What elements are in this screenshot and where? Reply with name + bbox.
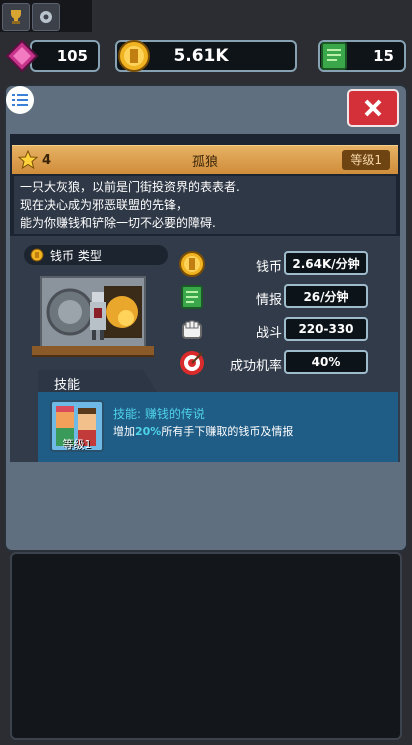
list-menu-button[interactable] xyxy=(6,86,34,114)
type-text: 钱币 类型 xyxy=(50,248,102,263)
stat-value: 26/分钟 xyxy=(284,284,368,308)
stat-row-coin: 钱币 2.64K/分钟 xyxy=(178,250,398,278)
stat-value: 220-330 xyxy=(284,317,368,341)
skill-desc-percent: 20% xyxy=(135,425,162,438)
skill-title: 技能: 赚钱的传说 xyxy=(113,407,205,421)
intel-count: 15 xyxy=(373,47,394,65)
skill-tab: 技能 xyxy=(38,370,158,394)
character-header: 4 孤狼 等级1 xyxy=(12,145,398,174)
list-icon xyxy=(12,94,28,106)
stat-label: 战斗 xyxy=(255,326,282,341)
stat-value: 2.64K/分钟 xyxy=(284,251,368,275)
close-button[interactable] xyxy=(347,89,399,127)
stat-row-success: 成功机率 40% xyxy=(178,349,398,377)
skill-desc-prefix: 增加 xyxy=(113,425,135,438)
stat-row-intel: 情报 26/分钟 xyxy=(178,283,398,311)
description-line: 一只大灰狼，以前是门街投资界的表表者. xyxy=(20,180,240,194)
stat-row-combat: 战斗 220-330 xyxy=(178,316,398,344)
trophy-icon[interactable] xyxy=(2,3,30,31)
gem-counter[interactable]: 105 xyxy=(30,40,100,72)
gem-icon xyxy=(4,38,40,74)
description-line: 能为你赚钱和铲除一切不必要的障碍. xyxy=(20,216,216,230)
type-label: 钱币 类型 xyxy=(24,245,168,265)
level-badge: 等级1 xyxy=(342,150,390,170)
top-icon-bar xyxy=(0,0,92,32)
skill-level: 等级1 xyxy=(62,438,92,451)
stat-value: 40% xyxy=(284,350,368,374)
stat-label: 钱币 xyxy=(255,260,282,275)
close-icon xyxy=(364,99,382,117)
gear-icon[interactable] xyxy=(32,3,60,31)
coin-count: 5.61K xyxy=(173,46,229,66)
intel-icon xyxy=(316,38,352,74)
skill-desc-suffix: 所有手下赚取的钱币及情报 xyxy=(161,425,294,438)
description-line: 现在决心成为邪恶联盟的先锋， xyxy=(20,198,189,212)
skill-description: 增加20%所有手下赚取的钱币及情报 xyxy=(113,423,293,439)
skill-tab-label: 技能 xyxy=(54,378,81,393)
empty-slot-area xyxy=(10,552,402,740)
character-portrait xyxy=(40,276,146,348)
stat-label: 成功机率 xyxy=(229,359,282,374)
portrait-pedestal xyxy=(32,346,154,357)
skill-icon[interactable]: 等级1 xyxy=(50,400,104,452)
stat-label: 情报 xyxy=(255,293,282,308)
coin-icon xyxy=(116,38,152,74)
coin-type-icon xyxy=(30,248,44,262)
character-description: 一只大灰狼，以前是门街投资界的表表者. 现在决心成为邪恶联盟的先锋， 能为你赚钱… xyxy=(14,176,396,234)
gem-count: 105 xyxy=(56,47,88,65)
character-name: 孤狼 xyxy=(191,154,218,170)
